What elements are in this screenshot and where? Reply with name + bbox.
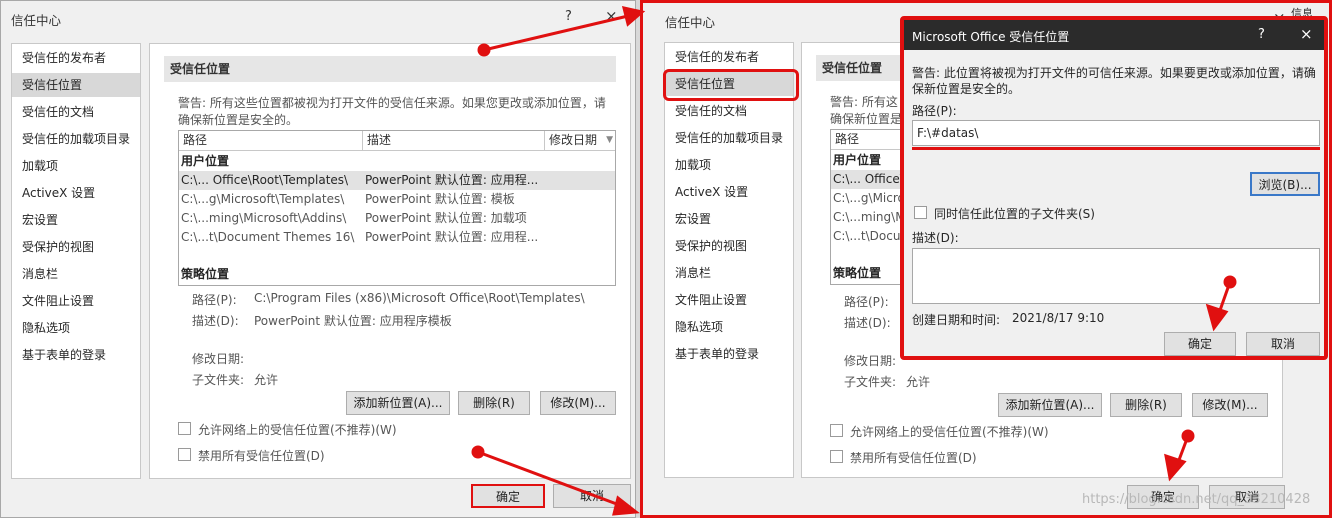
annotation-arrows	[471, 6, 1237, 516]
arrow-ok-head	[1164, 453, 1187, 482]
arrow-top-dot	[477, 43, 491, 57]
arrow-bottom	[477, 450, 623, 508]
arrow-bottom-dot	[471, 445, 485, 459]
arrow-dialog-ok-dot	[1223, 275, 1237, 289]
arrow-top	[483, 14, 629, 52]
arrow-bottom-head	[612, 495, 640, 516]
arrow-ok-dot	[1181, 429, 1195, 443]
arrow-top-head	[621, 6, 646, 27]
arrow-dialog-ok-head	[1205, 303, 1229, 332]
